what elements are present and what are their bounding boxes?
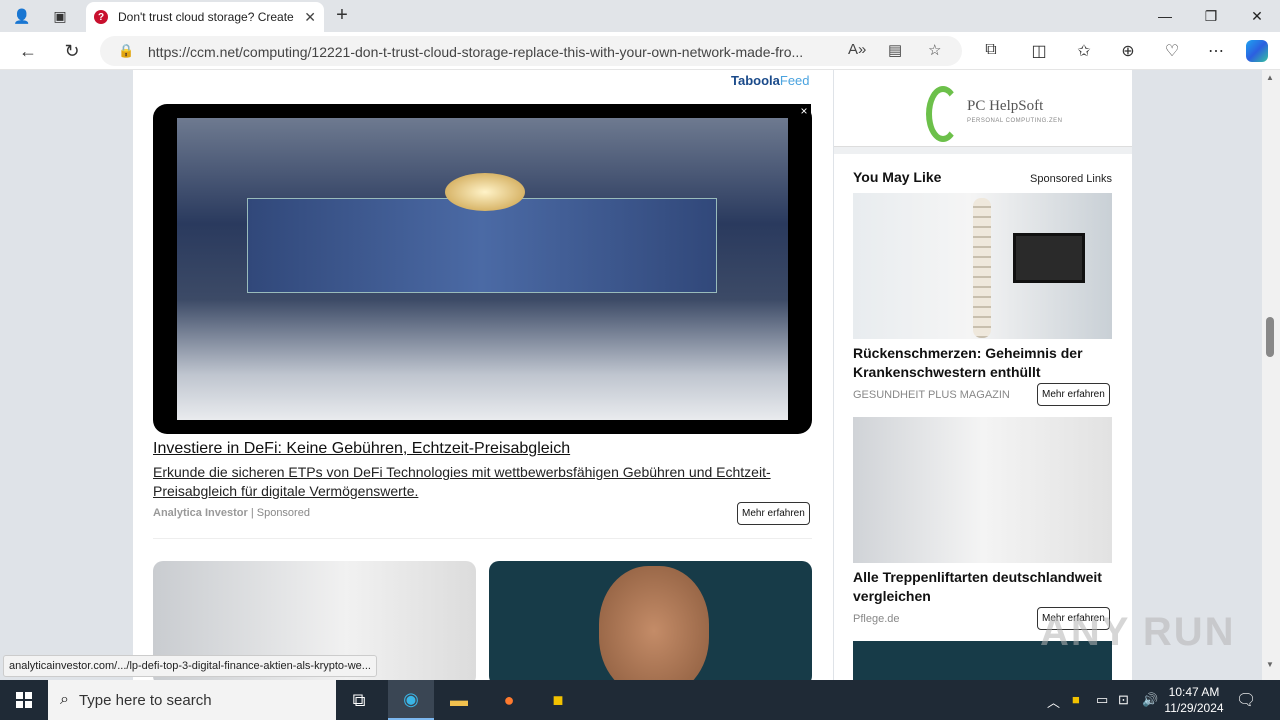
pc-helpsoft-name: PC HelpSoft (967, 98, 1044, 114)
more-menu-icon[interactable]: ⋯ (1205, 41, 1227, 61)
tab-title: Don't trust cloud storage? Create (118, 10, 294, 24)
trading-room-image (177, 118, 788, 420)
ad-sponsored-label: | Sponsored (250, 507, 310, 519)
notifications-icon[interactable]: 🗨 (1236, 690, 1256, 710)
minimize-button[interactable]: — (1142, 0, 1188, 32)
tab-active[interactable]: ? Don't trust cloud storage? Create ✕ (86, 2, 324, 32)
url-text[interactable]: https://ccm.net/computing/12221-don-t-tr… (148, 44, 828, 60)
start-button[interactable] (0, 680, 48, 720)
page-scrollbar[interactable]: ▲ ▼ (1262, 70, 1280, 680)
divider (153, 538, 812, 539)
back-button[interactable]: ← (15, 39, 41, 63)
favorite-star-icon[interactable]: ☆ (928, 41, 941, 59)
scroll-up-arrow-icon[interactable]: ▲ (1266, 73, 1274, 82)
chandelier (445, 173, 525, 211)
close-window-button[interactable]: ✕ (1234, 0, 1280, 32)
close-tab-icon[interactable]: ✕ (304, 9, 316, 26)
pc-helpsoft-tagline: PERSONAL COMPUTING.ZEN (967, 118, 1063, 124)
portrait-face (599, 566, 709, 680)
spine-model (973, 198, 991, 338)
volume-icon[interactable]: 🔊 (1142, 692, 1158, 708)
sidebar-separator (834, 147, 1132, 154)
sidebar-item-source: GESUNDHEIT PLUS MAGAZIN (853, 389, 1010, 401)
sidebar-item-title[interactable]: Alle Treppenliftarten deutschlandweit ve… (853, 568, 1112, 606)
browser-essentials-icon[interactable]: ♡ (1161, 41, 1183, 61)
split-screen-icon[interactable]: ◫ (1028, 41, 1050, 61)
ad-meta: Analytica Investor | Sponsored (153, 507, 310, 519)
sidebar-item-source: Pflege.de (853, 613, 900, 625)
sidebar-item-title[interactable]: Rückenschmerzen: Geheimnis der Krankensc… (853, 344, 1112, 382)
tray-overflow-icon[interactable]: ︿ (1047, 692, 1060, 711)
clock-time: 10:47 AM (1168, 685, 1220, 699)
maximize-button[interactable]: ❐ (1188, 0, 1234, 32)
windows-logo-icon (16, 692, 32, 708)
link-status-bar: analyticainvestor.com/.../lp-defi-top-3-… (3, 655, 377, 677)
sponsored-links-label[interactable]: Sponsored Links (1030, 173, 1112, 185)
page-viewport: TaboolaFeed × Investiere in DeFi: Keine … (0, 70, 1262, 680)
scrollbar-thumb[interactable] (1266, 317, 1274, 357)
lock-icon[interactable]: 🔒 (118, 43, 134, 59)
task-view-icon[interactable]: ⧉ (336, 680, 382, 720)
ad-cta-button[interactable]: Mehr erfahren (737, 502, 810, 525)
read-aloud-icon[interactable]: A» (848, 41, 866, 58)
navigation-bar: ← ↻ 🔒 https://ccm.net/computing/12221-do… (0, 32, 1280, 70)
search-icon: ⌕ (60, 691, 69, 708)
tab-actions-icon[interactable]: ▣ (48, 5, 72, 27)
windows-taskbar: ⌕ Type here to search ⧉ ◉ ▬ ● ■ ︿ ■ ▭ ⊡ … (0, 680, 1280, 720)
search-placeholder: Type here to search (78, 691, 212, 709)
edge-taskbar-icon[interactable]: ◉ (388, 680, 434, 720)
network-icon[interactable]: ⊡ (1118, 692, 1129, 708)
taskbar-search[interactable]: ⌕ Type here to search (48, 680, 336, 720)
profile-icon[interactable]: 👤 (10, 5, 34, 27)
sidebar-item-image-spine[interactable] (853, 193, 1112, 339)
ad-source[interactable]: Analytica Investor (153, 507, 248, 519)
chart-screens (247, 198, 717, 293)
app-r-icon[interactable]: ■ (535, 680, 581, 720)
taboola-logo[interactable]: TaboolaFeed (731, 73, 810, 88)
taboola-brand: Taboola (731, 73, 780, 88)
anyrun-watermark: ANY RUN (1040, 610, 1236, 654)
copilot-icon[interactable] (1246, 40, 1268, 62)
sidebar-item-cta-button[interactable]: Mehr erfahren (1037, 383, 1110, 406)
browser-title-bar: 👤 ▣ ? Don't trust cloud storage? Create … (0, 0, 1280, 32)
taboola-feed-label: Feed (779, 73, 810, 88)
feed-card-portrait[interactable] (489, 561, 812, 680)
file-explorer-icon[interactable]: ▬ (436, 680, 482, 720)
immersive-reader-icon[interactable]: ▤ (888, 41, 902, 59)
laptop (1013, 233, 1085, 283)
taskbar-clock[interactable]: 10:47 AM 11/29/2024 (1160, 684, 1228, 716)
pc-helpsoft-logo-icon (926, 86, 960, 142)
collections-icon[interactable]: ⊕ (1117, 41, 1139, 61)
ad-image[interactable] (153, 104, 812, 434)
firefox-icon[interactable]: ● (486, 680, 532, 720)
site-favicon-icon: ? (94, 10, 108, 24)
ad-close-icon[interactable]: × (797, 104, 811, 118)
article-content: TaboolaFeed × Investiere in DeFi: Keine … (133, 70, 833, 680)
refresh-button[interactable]: ↻ (59, 39, 85, 63)
ad-description[interactable]: Erkunde die sicheren ETPs von DeFi Techn… (153, 463, 793, 501)
tray-app-icon[interactable]: ■ (1072, 692, 1080, 707)
ad-headline[interactable]: Investiere in DeFi: Keine Gebühren, Echt… (153, 440, 570, 458)
clock-date: 11/29/2024 (1164, 701, 1224, 715)
sidebar-item-image-stairlift[interactable] (853, 417, 1112, 563)
pc-helpsoft-ad[interactable]: PC HelpSoft PERSONAL COMPUTING.ZEN (834, 70, 1132, 147)
extensions-icon[interactable]: ⧉ (980, 41, 1002, 59)
scroll-down-arrow-icon[interactable]: ▼ (1266, 660, 1274, 669)
address-bar[interactable]: 🔒 https://ccm.net/computing/12221-don-t-… (100, 36, 962, 66)
you-may-like-heading: You May Like (853, 169, 942, 185)
sidebar: PC HelpSoft PERSONAL COMPUTING.ZEN You M… (834, 70, 1132, 680)
tray-device-icon[interactable]: ▭ (1096, 692, 1108, 708)
new-tab-button[interactable]: + (330, 4, 354, 27)
favorites-icon[interactable]: ✩ (1073, 41, 1095, 61)
